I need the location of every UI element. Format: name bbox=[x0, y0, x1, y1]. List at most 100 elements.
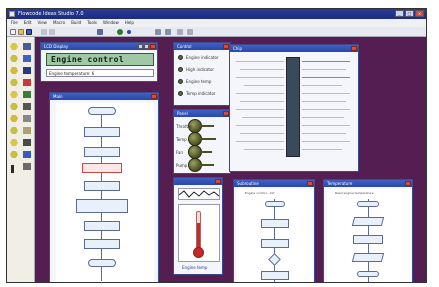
minimize-button[interactable]: _ bbox=[395, 10, 404, 17]
zoom-out-icon[interactable] bbox=[165, 29, 171, 35]
flow-block[interactable] bbox=[84, 147, 120, 157]
palette-input-icon[interactable] bbox=[10, 43, 18, 50]
subroutine-caption-text: Engine control - Init bbox=[245, 191, 275, 195]
temperature-canvas[interactable]: Read engine temperature bbox=[327, 189, 411, 282]
copy-icon[interactable] bbox=[49, 29, 55, 35]
open-folder-icon[interactable] bbox=[18, 29, 24, 35]
pin-line bbox=[236, 61, 284, 62]
thermometer-close-button[interactable] bbox=[215, 179, 221, 184]
menu-edit[interactable]: Edit bbox=[24, 19, 32, 27]
chip-window-close-button[interactable] bbox=[351, 46, 357, 51]
palette-tools-icon[interactable] bbox=[23, 163, 31, 170]
compile-icon[interactable] bbox=[97, 29, 103, 35]
flow-block[interactable] bbox=[353, 235, 383, 244]
flow-block[interactable] bbox=[261, 271, 289, 280]
knob-label: Temp bbox=[176, 137, 187, 142]
indicator-led-icon bbox=[178, 79, 183, 84]
palette-pointer-icon[interactable] bbox=[11, 165, 14, 173]
flowchart-canvas[interactable] bbox=[56, 103, 154, 282]
main-flowchart-close-button[interactable] bbox=[151, 94, 157, 99]
save-icon[interactable] bbox=[26, 29, 32, 35]
palette-output-icon[interactable] bbox=[10, 55, 18, 62]
subroutine-close-button[interactable] bbox=[307, 181, 313, 186]
palette-display-icon[interactable] bbox=[23, 55, 31, 62]
pin-line bbox=[240, 69, 284, 70]
palette-interrupt-icon[interactable] bbox=[10, 139, 18, 146]
menu-macro[interactable]: Macro bbox=[53, 19, 65, 27]
main-flowchart-title: Main bbox=[53, 94, 63, 99]
flow-block[interactable] bbox=[261, 219, 289, 228]
step-icon[interactable] bbox=[127, 30, 131, 34]
zoom-icon[interactable] bbox=[155, 29, 161, 35]
palette-delay-icon[interactable] bbox=[10, 103, 18, 110]
palette-sensor-icon[interactable] bbox=[23, 79, 31, 86]
palette-connect-icon[interactable] bbox=[10, 127, 18, 134]
flow-input-block[interactable] bbox=[351, 217, 385, 226]
menu-build[interactable]: Build bbox=[71, 19, 81, 27]
io-panel-title: Control bbox=[177, 44, 192, 49]
flow-begin-block[interactable] bbox=[357, 201, 379, 207]
maximize-button[interactable]: □ bbox=[405, 10, 414, 17]
indicator-led-icon bbox=[178, 91, 183, 96]
menu-help[interactable]: Help bbox=[125, 19, 134, 27]
menu-tools[interactable]: Tools bbox=[87, 19, 97, 27]
settings-icon[interactable] bbox=[177, 29, 183, 35]
palette-wire-icon[interactable] bbox=[23, 127, 31, 134]
new-file-icon[interactable] bbox=[10, 29, 16, 35]
palette-comms-icon[interactable] bbox=[23, 67, 31, 74]
lcd-window-caption[interactable]: LCD Display bbox=[41, 43, 157, 50]
flow-begin-block[interactable] bbox=[265, 201, 285, 207]
palette-code-icon[interactable] bbox=[10, 151, 18, 158]
app-icon bbox=[9, 11, 15, 17]
chip-window-caption[interactable]: Chip bbox=[230, 45, 358, 52]
knob-label: Pump bbox=[176, 163, 188, 168]
flow-decision-block[interactable] bbox=[268, 253, 281, 266]
lcd-value-field[interactable]: Engine temperature: 6 bbox=[46, 69, 154, 77]
subroutine-canvas[interactable]: Engine control - Init bbox=[237, 189, 313, 282]
close-button[interactable]: × bbox=[415, 10, 424, 17]
menu-window[interactable]: Window bbox=[103, 19, 119, 27]
flow-end-block[interactable] bbox=[357, 271, 379, 277]
palette-power-icon[interactable] bbox=[23, 91, 31, 98]
flow-block[interactable] bbox=[84, 221, 120, 231]
menu-view[interactable]: View bbox=[37, 19, 47, 27]
palette-keypad-icon[interactable] bbox=[23, 139, 31, 146]
temperature-title: Temperature bbox=[327, 181, 353, 186]
menu-file[interactable]: File bbox=[11, 19, 18, 27]
run-icon[interactable] bbox=[117, 29, 123, 35]
palette-loop-icon[interactable] bbox=[10, 79, 18, 86]
pin-line bbox=[244, 85, 284, 86]
palette-chip-icon[interactable] bbox=[23, 43, 31, 50]
knobs-panel-caption[interactable]: Panel bbox=[174, 110, 230, 117]
flow-loop-block[interactable] bbox=[76, 199, 128, 213]
flow-end-block[interactable] bbox=[88, 259, 116, 267]
palette-storage-icon[interactable] bbox=[23, 151, 31, 158]
temperature-close-button[interactable] bbox=[405, 181, 411, 186]
pin-line bbox=[240, 101, 284, 102]
lcd-max-button[interactable] bbox=[144, 44, 149, 49]
flow-block[interactable] bbox=[84, 239, 120, 249]
flow-begin-block[interactable] bbox=[88, 107, 116, 115]
palette-misc-icon[interactable] bbox=[23, 115, 31, 122]
io-item-label: Engine temp bbox=[186, 79, 212, 84]
subroutine-caption[interactable]: Subroutine bbox=[234, 180, 314, 187]
help-icon[interactable] bbox=[187, 29, 193, 35]
lcd-min-button[interactable] bbox=[138, 44, 143, 49]
lcd-close-button[interactable] bbox=[150, 44, 156, 49]
flow-block[interactable] bbox=[84, 127, 120, 137]
flow-call-block[interactable] bbox=[82, 163, 122, 173]
palette-macro-icon[interactable] bbox=[10, 91, 18, 98]
palette-decision-icon[interactable] bbox=[10, 67, 18, 74]
io-panel-caption[interactable]: Control bbox=[174, 43, 230, 50]
thermometer-caption[interactable] bbox=[174, 178, 222, 185]
flow-block[interactable] bbox=[84, 181, 120, 191]
main-flowchart-caption[interactable]: Main bbox=[50, 93, 158, 100]
palette-calc-icon[interactable] bbox=[10, 115, 18, 122]
palette-motor-icon[interactable] bbox=[23, 103, 31, 110]
flow-block[interactable] bbox=[261, 239, 289, 248]
pin-line bbox=[302, 133, 346, 134]
temperature-caption[interactable]: Temperature bbox=[324, 180, 412, 187]
pin-line bbox=[302, 109, 350, 110]
flow-output-block[interactable] bbox=[351, 253, 385, 262]
cut-icon[interactable] bbox=[41, 29, 47, 35]
